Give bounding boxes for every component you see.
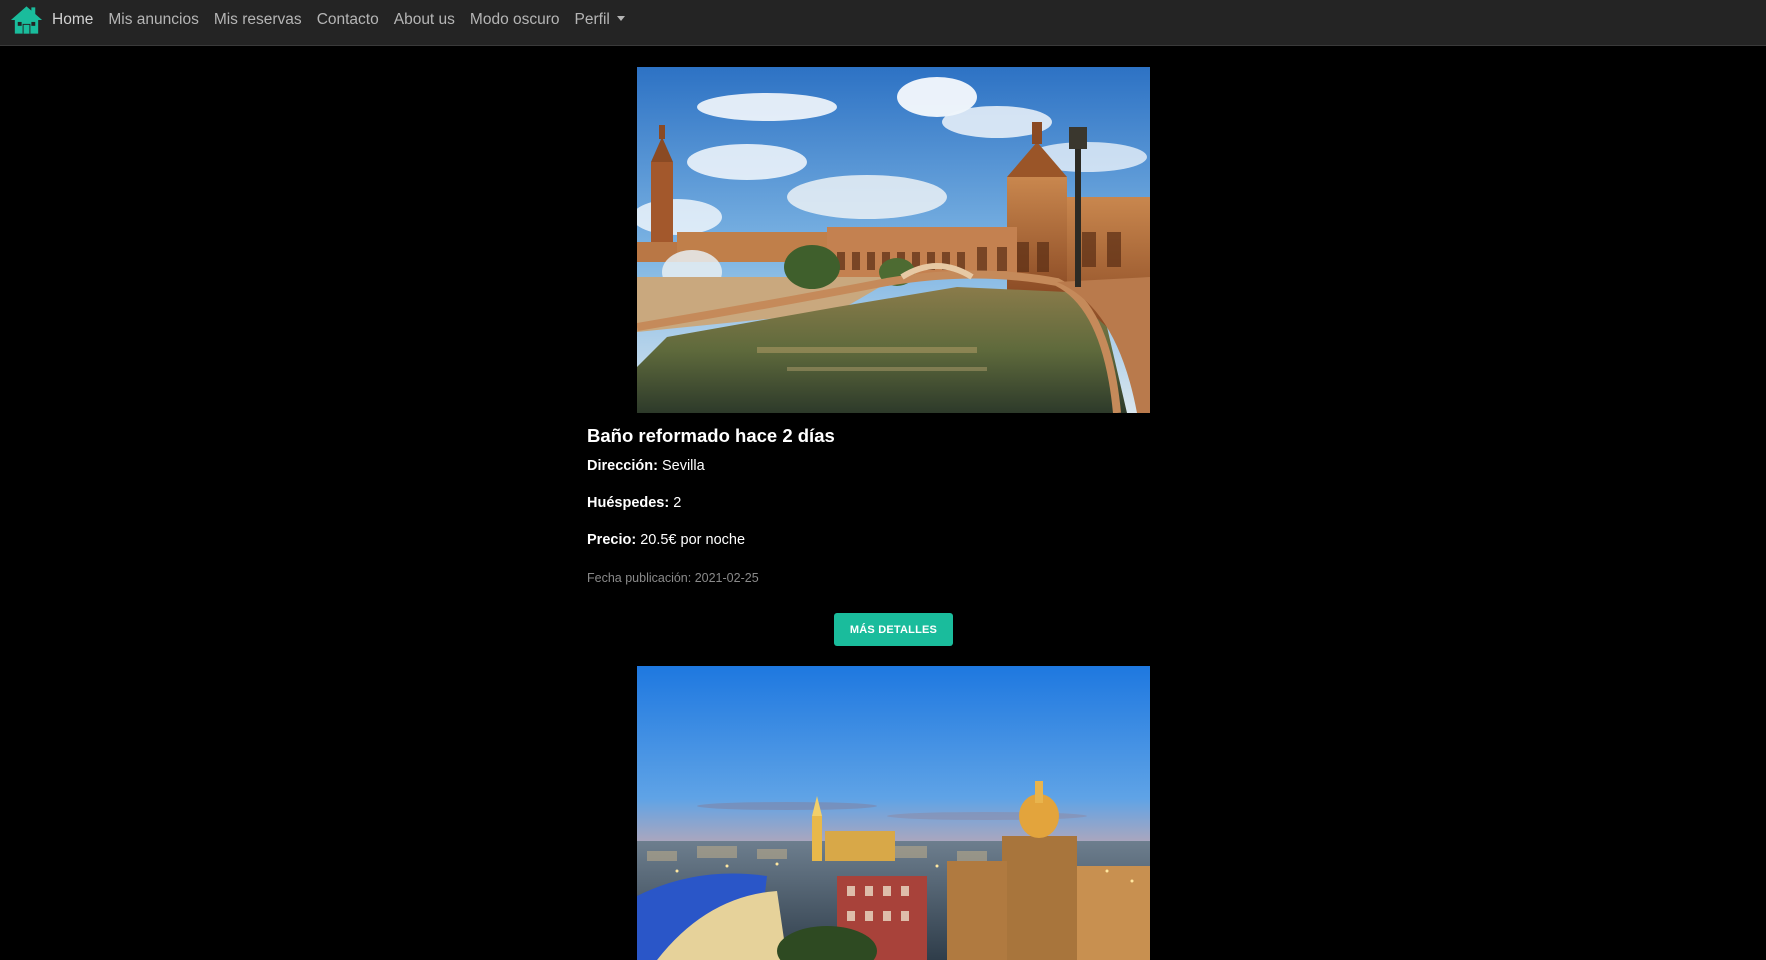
nav-about-us[interactable]: About us: [394, 11, 455, 29]
nav-mis-reservas[interactable]: Mis reservas: [214, 11, 302, 29]
nav-mis-anuncios[interactable]: Mis anuncios: [108, 11, 198, 29]
direccion-value: Sevilla: [661, 458, 705, 474]
listing-precio: Precio: 20.5€ por noche: [587, 532, 745, 548]
nav-contacto[interactable]: Contacto: [317, 11, 379, 29]
listing-image: [637, 67, 1150, 413]
listing-title: Baño reformado hace 2 días: [587, 425, 835, 446]
listing-huespedes: Huéspedes: 2: [587, 495, 681, 511]
precio-value: 20.5€ por noche: [640, 532, 746, 548]
listing-image: [637, 666, 1150, 960]
home-icon[interactable]: [9, 4, 44, 36]
publication-date: Fecha publicación: 2021-02-25: [587, 571, 759, 585]
caret-down-icon: [616, 16, 625, 21]
huespedes-value: 2: [673, 495, 682, 511]
nav-perfil-label: Perfil: [574, 11, 610, 28]
more-details-button[interactable]: MÁS DETALLES: [834, 613, 953, 646]
nav-links: Home Mis anuncios Mis reservas Contacto …: [52, 0, 640, 40]
listing-direccion: Dirección: Sevilla: [587, 458, 705, 474]
direccion-label: Dirección:: [587, 458, 658, 474]
nav-modo-oscuro[interactable]: Modo oscuro: [470, 11, 560, 29]
precio-label: Precio:: [587, 532, 637, 548]
nav-perfil-dropdown[interactable]: Perfil: [575, 11, 625, 29]
huespedes-label: Huéspedes:: [587, 495, 670, 511]
navbar: Home Mis anuncios Mis reservas Contacto …: [0, 0, 1766, 46]
nav-home[interactable]: Home: [52, 11, 93, 29]
